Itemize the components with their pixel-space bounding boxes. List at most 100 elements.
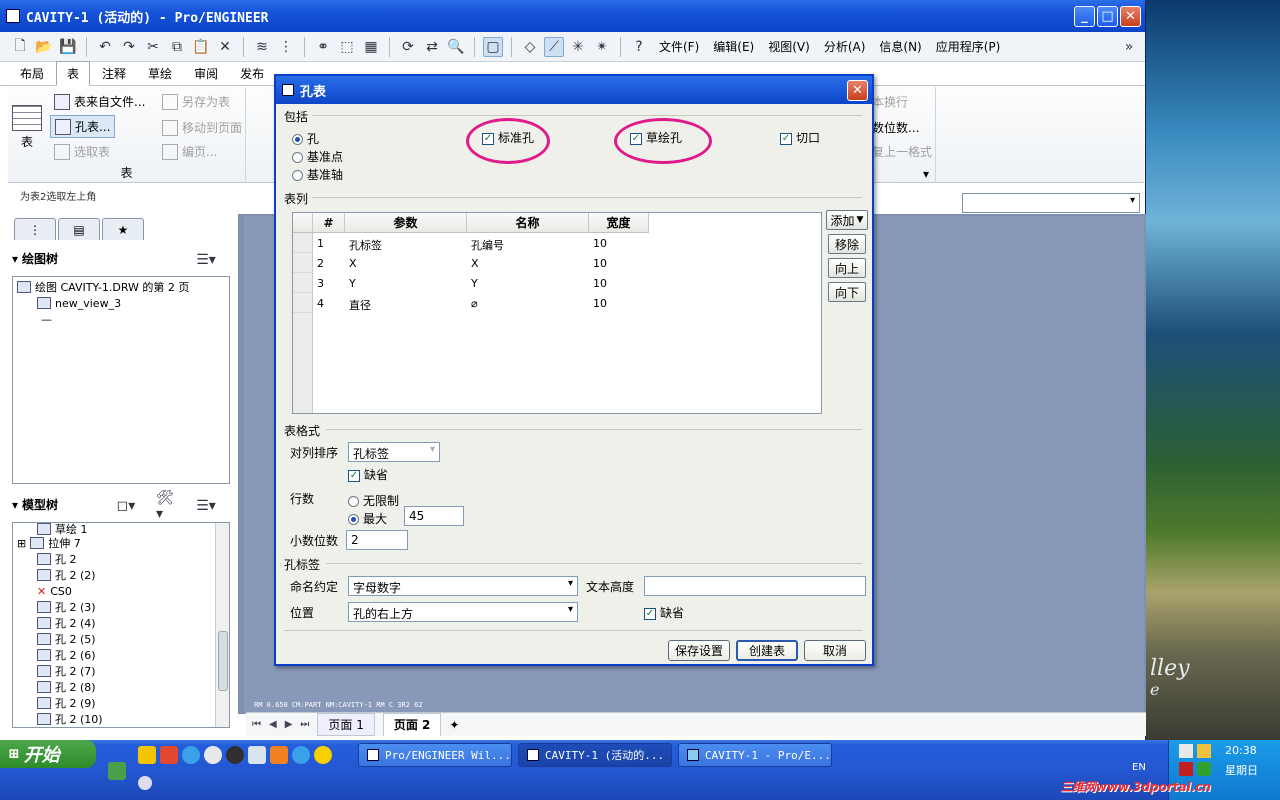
quicklaunch-app-icon[interactable] [248, 746, 266, 764]
tab-model-tree[interactable]: ⋮ [14, 218, 56, 240]
shield-icon[interactable] [1197, 762, 1211, 776]
cut-icon[interactable]: ✂ [143, 37, 163, 57]
cell-width[interactable]: 10 [593, 237, 607, 250]
tree-item[interactable]: 孔 2 [17, 551, 211, 567]
tray-app-icon[interactable] [1179, 744, 1193, 758]
sort-dropdown[interactable]: 孔标签 [348, 442, 440, 462]
tab-table[interactable]: 表 [56, 61, 91, 86]
language-indicator[interactable]: EN [1132, 762, 1146, 773]
tree-settings-icon[interactable]: ☰▾ [196, 250, 216, 270]
tree-item[interactable]: 草绘 1 [17, 523, 211, 535]
filter-dropdown[interactable] [962, 193, 1140, 213]
text-height-input[interactable] [644, 576, 866, 596]
prev-page-icon[interactable]: ◀ [269, 719, 277, 730]
save-as-table-button[interactable]: 另存为表 [162, 93, 230, 110]
tree-item[interactable]: ✕ CS0 [17, 583, 211, 599]
new-page-icon[interactable]: ✦ [449, 718, 459, 732]
tree-item[interactable]: 绘图 CAVITY-1.DRW 的第 2 页 [17, 279, 225, 295]
model-view-icon[interactable]: ◻▾ [116, 496, 136, 516]
cell-parameter[interactable]: 直径 [349, 297, 371, 313]
clock-time[interactable]: 20:38 [1225, 744, 1257, 757]
paginate-button[interactable]: 编页... [162, 143, 217, 160]
next-page-icon[interactable]: ▶ [285, 719, 293, 730]
qq-icon[interactable] [314, 746, 332, 764]
cancel-button[interactable]: 取消 [804, 640, 866, 661]
tree-item[interactable]: 孔 2 (8) [17, 679, 211, 695]
remove-column-button[interactable]: 移除 [828, 234, 866, 254]
menu-applications[interactable]: 应用程序(P) [936, 38, 1001, 55]
layers-icon[interactable]: ≋ [252, 37, 272, 57]
insert-table-button[interactable]: 表 [12, 105, 42, 150]
menu-edit[interactable]: 编辑(E) [713, 38, 754, 55]
chevron-more-icon[interactable]: » [1119, 37, 1139, 57]
rows-max-input[interactable]: 45 [404, 506, 464, 526]
coordinate-system-icon[interactable]: ✴ [592, 37, 612, 57]
menu-view[interactable]: 视图(V) [768, 38, 810, 55]
tab-page-2[interactable]: 页面 2 [382, 712, 442, 737]
cell-name[interactable]: Y [471, 277, 478, 290]
radio-rows-max[interactable]: 最大 [348, 510, 387, 527]
new-file-icon[interactable]: 🗋 [10, 37, 30, 57]
naming-dropdown[interactable]: 字母数字 [348, 576, 578, 596]
undo-icon[interactable]: ↶ [95, 37, 115, 57]
datum-plane-icon[interactable]: ◇ [520, 37, 540, 57]
display-style-icon[interactable]: ▢ [483, 36, 503, 57]
tree-settings-icon[interactable]: ☰▾ [196, 496, 216, 516]
tree-item[interactable]: new_view_3 [17, 295, 225, 311]
scrollbar-thumb[interactable] [218, 631, 228, 691]
sort-default-checkbox[interactable]: ✓ 缺省 [348, 466, 388, 483]
tree-item[interactable]: 孔 2 (3) [17, 599, 211, 615]
cell-width[interactable]: 10 [593, 277, 607, 290]
save-icon[interactable]: 💾 [58, 37, 78, 57]
table-from-file-button[interactable]: 表来自文件... [54, 93, 145, 110]
tree-item[interactable]: 孔 2 (4) [17, 615, 211, 631]
desktop-icon[interactable] [108, 762, 126, 780]
row-header[interactable] [293, 273, 313, 293]
position-default-checkbox[interactable]: ✓ 缺省 [644, 604, 684, 621]
row-header[interactable] [293, 253, 313, 273]
redo-icon[interactable]: ↷ [119, 37, 139, 57]
radio-hole[interactable]: 孔 [292, 130, 319, 147]
quicklaunch-app-icon[interactable] [138, 776, 152, 790]
select-box-icon[interactable]: ⬚ [337, 37, 357, 57]
ie-icon[interactable] [182, 746, 200, 764]
wrap-text-button[interactable]: 本换行 [872, 93, 908, 110]
tree-item[interactable]: 孔 2 (2) [17, 567, 211, 583]
decimals-button[interactable]: 数位数... [872, 119, 919, 136]
tray-app-icon[interactable] [1179, 762, 1193, 776]
zoom-icon[interactable]: 🔍 [446, 37, 466, 57]
copy-format-button[interactable]: 复上一格式 [872, 143, 932, 160]
decimals-input[interactable]: 2 [346, 530, 408, 550]
quicklaunch-app-icon[interactable] [138, 746, 156, 764]
model-tree-header[interactable]: ▾ 模型树 [12, 496, 58, 513]
tab-sketch[interactable]: 草绘 [138, 62, 182, 85]
cell-name[interactable]: X [471, 257, 479, 270]
start-button[interactable]: ⊞ 开始 [0, 740, 96, 768]
tree-item[interactable]: 孔 2 (10) [17, 711, 211, 727]
radio-datum-axis[interactable]: 基准轴 [292, 166, 343, 183]
grid-header-parameter[interactable]: 参数 [345, 213, 467, 233]
tab-review[interactable]: 审阅 [184, 62, 228, 85]
grid-header-name[interactable]: 名称 [467, 213, 589, 233]
datum-point-icon[interactable]: ✳ [568, 37, 588, 57]
model-tree-scrollbar[interactable] [215, 523, 229, 727]
grid-header-width[interactable]: 宽度 [589, 213, 649, 233]
move-up-button[interactable]: 向上 [828, 258, 866, 278]
move-to-page-button[interactable]: 移动到页面 [162, 119, 242, 136]
close-button[interactable]: ✕ [1120, 5, 1141, 27]
menu-file[interactable]: 文件(F) [659, 38, 699, 55]
cell-width[interactable]: 10 [593, 297, 607, 310]
quicklaunch-app-icon[interactable] [204, 746, 222, 764]
tools-icon[interactable]: 🛠▾ [156, 490, 176, 522]
tree-item[interactable]: 孔 2 (6) [17, 647, 211, 663]
ie-icon[interactable] [292, 746, 310, 764]
menu-info[interactable]: 信息(N) [879, 38, 921, 55]
regenerate-icon[interactable]: ⟳ [398, 37, 418, 57]
radio-datum-point[interactable]: 基准点 [292, 148, 343, 165]
cell-name[interactable]: 孔编号 [471, 237, 504, 253]
tray-app-icon[interactable] [1197, 744, 1211, 758]
cell-parameter[interactable]: 孔标签 [349, 237, 382, 253]
hole-table-button[interactable]: 孔表... [50, 115, 116, 138]
paste-icon[interactable]: 📋 [191, 37, 211, 57]
table-row[interactable]: 3 Y Y 10 [293, 273, 821, 293]
